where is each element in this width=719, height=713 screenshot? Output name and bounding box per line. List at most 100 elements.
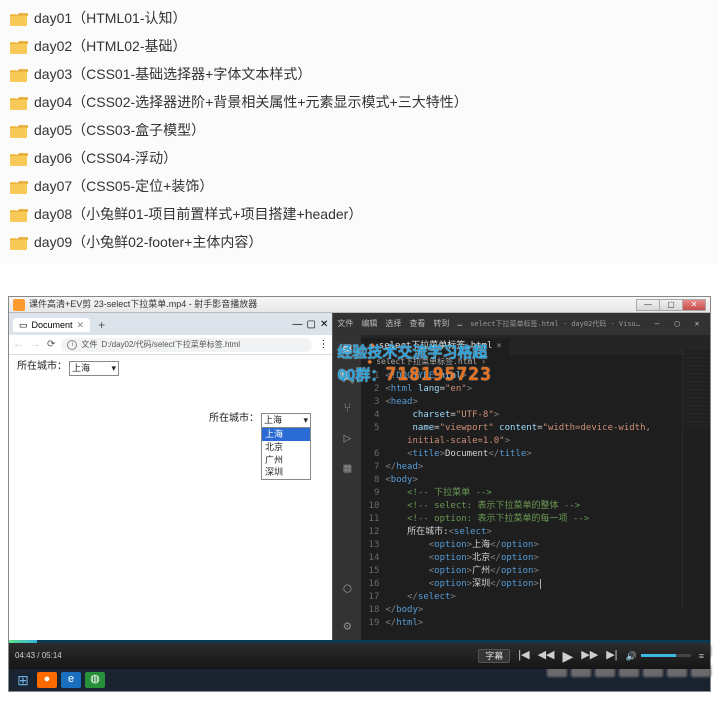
html-file-icon: ◆ xyxy=(369,341,374,352)
select-value: 上海 xyxy=(72,363,90,374)
browser-toolbar: ← → ⟳ i 文件 D:/day02/代码/select下拉菜单标签.html… xyxy=(9,335,332,355)
folder-label: day08（小兔鲜01-项目前置样式+项目搭建+header） xyxy=(34,204,362,224)
reload-button[interactable]: ⟳ xyxy=(47,339,55,351)
minimize-button[interactable]: — xyxy=(636,299,660,311)
select-option[interactable]: 北京 xyxy=(262,441,310,454)
back-button[interactable]: ← xyxy=(13,338,24,351)
start-button[interactable]: ⊞ xyxy=(13,672,33,688)
taskbar-app-chrome[interactable]: ◍ xyxy=(85,672,105,688)
explorer-icon[interactable]: ▤ xyxy=(339,341,355,357)
source-control-icon[interactable]: ⑂ xyxy=(339,401,355,417)
folder-icon xyxy=(10,207,28,222)
extensions-icon[interactable]: ▦ xyxy=(339,461,355,477)
forward-button[interactable]: ▶▶ xyxy=(581,649,598,662)
code-lines: <!DOCTYPE html> <html lang="en"> <head> … xyxy=(385,369,710,643)
city-field-center: 所在城市： 上海 ▾ 上海 北京 广州 深圳 xyxy=(209,413,311,428)
minimap[interactable] xyxy=(682,349,710,609)
editor-tab[interactable]: ◆ select下拉菜单标签.html ✕ xyxy=(361,338,509,355)
folder-icon xyxy=(10,95,28,110)
player-titlebar[interactable]: 课件高清+EV剪 23-select下拉菜单.mp4 - 射手影音播放器 — ▢… xyxy=(9,297,710,313)
menu-more[interactable]: … xyxy=(457,319,462,329)
site-info-icon[interactable]: i xyxy=(67,340,77,350)
select-dropdown: 上海 北京 广州 深圳 xyxy=(261,427,311,480)
menu-edit[interactable]: 编辑 xyxy=(361,319,377,329)
html-file-icon: ◆ xyxy=(367,357,372,367)
vscode-max-icon[interactable]: ▢ xyxy=(668,319,686,329)
folder-label: day05（CSS03-盒子模型） xyxy=(34,120,205,140)
player-title: 课件高清+EV剪 23-select下拉菜单.mp4 - 射手影音播放器 xyxy=(29,299,633,310)
browser-max-icon[interactable]: ▢ xyxy=(307,319,316,331)
account-icon[interactable]: ◯ xyxy=(339,581,355,597)
debug-icon[interactable]: ▷ xyxy=(339,431,355,447)
code-editor[interactable]: 12345678910111213141516171819 <!DOCTYPE … xyxy=(361,369,710,643)
window-buttons: — ▢ ✕ xyxy=(637,299,706,311)
folder-item[interactable]: day05（CSS03-盒子模型） xyxy=(8,116,711,144)
vscode-min-icon[interactable]: — xyxy=(648,319,666,329)
speaker-icon[interactable]: 🔊 xyxy=(626,651,637,662)
url-text: D:/day02/代码/select下拉菜单标签.html xyxy=(101,340,240,350)
video-content: ▭ Document ✕ + — ▢ ✕ ← → ⟳ i 文件 D:/day02… xyxy=(9,313,710,643)
menu-file[interactable]: 文件 xyxy=(337,319,353,329)
browser-close-icon[interactable]: ✕ xyxy=(320,319,328,331)
subtitle-button[interactable]: 字幕 xyxy=(478,649,510,664)
player-controls: 04:43 / 05:14 字幕 |◀ ◀◀ ▶ ▶▶ ▶| 🔊 ≡ xyxy=(9,643,710,669)
vscode-close-icon[interactable]: ✕ xyxy=(688,319,706,329)
rewind-button[interactable]: ◀◀ xyxy=(538,649,555,662)
city-field-top: 所在城市： 上海 ▾ xyxy=(17,361,324,376)
folder-icon xyxy=(10,179,28,194)
folder-item[interactable]: day09（小兔鲜02-footer+主体内容） xyxy=(8,228,711,256)
folder-label: day07（CSS05-定位+装饰） xyxy=(34,176,213,196)
taskbar-app-firefox[interactable]: ● xyxy=(37,672,57,688)
folder-icon xyxy=(10,11,28,26)
select-option[interactable]: 深圳 xyxy=(262,466,310,479)
menu-go[interactable]: 转到 xyxy=(433,319,449,329)
progress-bar[interactable] xyxy=(9,640,710,643)
folder-icon xyxy=(10,235,28,250)
folder-item[interactable]: day04（CSS02-选择器进阶+背景相关属性+元素显示模式+三大特性） xyxy=(8,88,711,116)
folder-item[interactable]: day06（CSS04-浮动） xyxy=(8,144,711,172)
gear-icon[interactable]: ⚙ xyxy=(339,619,355,635)
menu-view[interactable]: 查看 xyxy=(409,319,425,329)
taskbar-app-edge[interactable]: e xyxy=(61,672,81,688)
folder-item[interactable]: day08（小兔鲜01-项目前置样式+项目搭建+header） xyxy=(8,200,711,228)
select-option[interactable]: 上海 xyxy=(262,428,310,441)
folder-item[interactable]: day03（CSS01-基础选择器+字体文本样式） xyxy=(8,60,711,88)
next-button[interactable]: ▶| xyxy=(606,649,617,662)
select-option[interactable]: 广州 xyxy=(262,454,310,467)
city-select[interactable]: 上海 ▾ xyxy=(69,361,119,376)
browser-pane: ▭ Document ✕ + — ▢ ✕ ← → ⟳ i 文件 D:/day02… xyxy=(9,313,333,643)
search-icon[interactable]: 🔍 xyxy=(339,371,355,387)
new-tab-button[interactable]: + xyxy=(94,318,109,332)
browser-tabbar: ▭ Document ✕ + — ▢ ✕ xyxy=(9,313,332,335)
line-numbers: 12345678910111213141516171819 xyxy=(361,369,385,643)
folder-item[interactable]: day01（HTML01-认知） xyxy=(8,4,711,32)
tab-close-icon[interactable]: ✕ xyxy=(77,320,85,331)
breadcrumbs[interactable]: ◆ select下拉菜单标签.html › xyxy=(361,355,710,369)
close-button[interactable]: ✕ xyxy=(682,299,706,311)
folder-item[interactable]: day07（CSS05-定位+装饰） xyxy=(8,172,711,200)
address-bar[interactable]: i 文件 D:/day02/代码/select下拉菜单标签.html xyxy=(61,338,312,352)
folder-list: day01（HTML01-认知） day02（HTML02-基础） day03（… xyxy=(0,0,719,264)
browser-menu-icon[interactable]: ⋮ xyxy=(318,339,328,351)
browser-min-icon[interactable]: — xyxy=(293,319,303,331)
forward-button[interactable]: → xyxy=(30,338,41,351)
playlist-button[interactable]: ≡ xyxy=(699,651,704,662)
field-label: 所在城市： xyxy=(17,361,67,373)
chevron-down-icon: ▾ xyxy=(303,415,308,426)
browser-tab[interactable]: ▭ Document ✕ xyxy=(13,318,90,333)
player-app-icon xyxy=(13,299,25,311)
city-select-open[interactable]: 上海 ▾ xyxy=(261,413,311,428)
folder-item[interactable]: day02（HTML02-基础） xyxy=(8,32,711,60)
menu-select[interactable]: 选择 xyxy=(385,319,401,329)
tab-close-icon[interactable]: ✕ xyxy=(496,341,501,352)
tab-title: Document xyxy=(32,320,73,331)
volume-control: 🔊 xyxy=(626,651,691,662)
vscode-window-title: select下拉菜单标签.html - day02代码 - Visu… xyxy=(470,320,640,328)
folder-label: day02（HTML02-基础） xyxy=(34,36,187,56)
play-button[interactable]: ▶ xyxy=(562,648,573,665)
volume-slider[interactable] xyxy=(641,654,691,657)
playback-buttons: |◀ ◀◀ ▶ ▶▶ ▶| xyxy=(518,648,617,665)
breadcrumb-file: select下拉菜单标签.html xyxy=(376,357,477,367)
prev-button[interactable]: |◀ xyxy=(518,649,529,662)
maximize-button[interactable]: ▢ xyxy=(659,299,683,311)
